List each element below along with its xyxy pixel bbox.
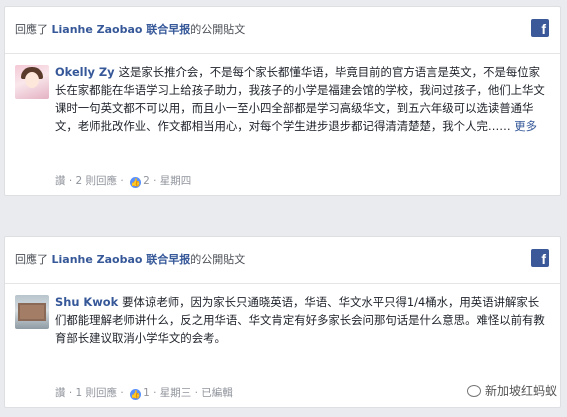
activity-text: 回應了 Lianhe Zaobao 联合早报的公開貼文	[15, 21, 245, 37]
comment-actions: 讚 · 2 則回應 · 👍 2 · 星期四	[55, 175, 192, 188]
like-count[interactable]: 2	[143, 175, 150, 187]
page-name-link[interactable]: Lianhe Zaobao 联合早报	[52, 23, 191, 36]
comment-text: 要体谅老师，因为家长只通晓英语，华语、华文水平只得1/4桶水，用英语讲解家长们都…	[55, 295, 545, 345]
activity-text: 回應了 Lianhe Zaobao 联合早报的公開貼文	[15, 251, 245, 267]
avatar[interactable]	[15, 65, 49, 99]
avatar[interactable]	[15, 295, 49, 329]
watermark-text: 新加坡红蚂蚁	[484, 384, 557, 398]
comment-body: Shu Kwok 要体谅老师，因为家长只通晓英语，华语、华文水平只得1/4桶水，用…	[55, 293, 550, 347]
like-link[interactable]: 讚	[55, 175, 66, 187]
header-suffix: 的公開貼文	[190, 23, 246, 36]
like-count[interactable]: 1	[143, 387, 150, 399]
comment-card: 回應了 Lianhe Zaobao 联合早报的公開貼文 f Okelly Zy 这…	[4, 6, 561, 196]
comment-body: Okelly Zy 这是家长推介会，不是每个家长都懂华语，毕竟目前的官方语言是英文…	[55, 63, 550, 135]
like-count-icon: 👍	[130, 177, 142, 188]
comment-text: 这是家长推介会，不是每个家长都懂华语，毕竟目前的官方语言是英文，不是每位家长在家…	[55, 65, 545, 133]
header-prefix: 回應了	[15, 253, 48, 266]
comment-author[interactable]: Okelly Zy	[55, 65, 115, 79]
wechat-icon	[466, 385, 481, 397]
more-link[interactable]: 更多	[514, 119, 537, 133]
timestamp[interactable]: 星期四	[160, 175, 192, 187]
card-header: 回應了 Lianhe Zaobao 联合早报的公開貼文 f	[5, 7, 560, 54]
timestamp[interactable]: 星期三	[160, 387, 192, 399]
card-header: 回應了 Lianhe Zaobao 联合早报的公開貼文 f	[5, 237, 560, 284]
comment-author[interactable]: Shu Kwok	[55, 295, 118, 309]
header-prefix: 回應了	[15, 23, 48, 36]
comment-actions: 讚 · 1 則回應 · 👍 1 · 星期三 · 已編輯	[55, 387, 233, 400]
page-name-link[interactable]: Lianhe Zaobao 联合早报	[52, 253, 191, 266]
facebook-icon: f	[531, 19, 549, 37]
replies-link[interactable]: 2 則回應	[76, 175, 118, 187]
like-link[interactable]: 讚	[55, 387, 66, 399]
watermark: 新加坡红蚂蚁	[466, 382, 557, 399]
like-count-icon: 👍	[130, 389, 142, 400]
header-suffix: 的公開貼文	[190, 253, 246, 266]
replies-link[interactable]: 1 則回應	[76, 387, 118, 399]
edited-label[interactable]: 已編輯	[201, 387, 233, 399]
facebook-icon: f	[531, 249, 549, 267]
